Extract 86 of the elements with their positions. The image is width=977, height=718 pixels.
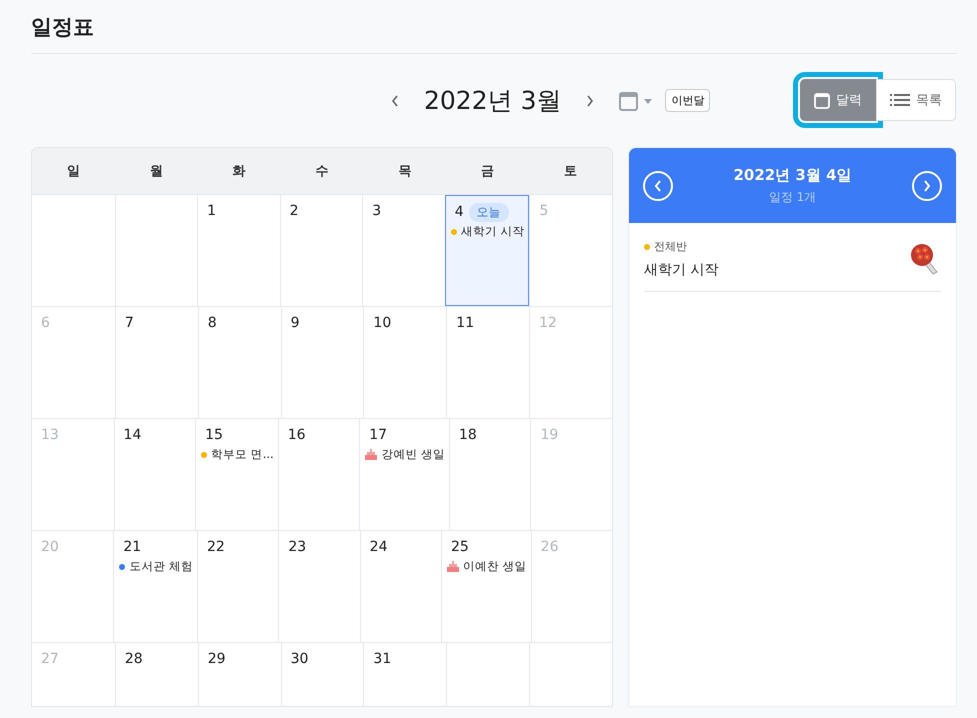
day-number: 10 <box>373 315 392 331</box>
event-label[interactable]: 도서관 체험 <box>129 559 193 574</box>
day-cell[interactable]: 1 <box>197 195 280 306</box>
event-label[interactable]: 이예찬 생일 <box>463 559 527 574</box>
day-cell[interactable]: 10 <box>363 307 446 418</box>
page-title: 일정표 <box>31 14 95 41</box>
cake-icon <box>447 561 459 572</box>
day-cell[interactable]: 23 <box>278 531 360 642</box>
chevron-left-icon <box>653 180 663 192</box>
event-label[interactable]: 강예빈 생일 <box>381 447 445 462</box>
weekday-header: 토 <box>563 163 578 180</box>
list-icon <box>890 93 910 107</box>
day-cell[interactable]: 15 학부모 면... <box>195 419 278 530</box>
day-number: 18 <box>458 427 477 443</box>
weekday-header: 화 <box>232 163 247 180</box>
day-cell[interactable]: 11 <box>446 307 530 418</box>
weekday-header: 금 <box>480 163 496 180</box>
day-number: 6 <box>41 315 50 331</box>
day-number: 24 <box>370 539 388 555</box>
day-number: 3 <box>372 203 382 219</box>
month-label: 2022년 3월 <box>424 85 562 117</box>
day-cell[interactable]: 7 <box>114 307 198 418</box>
day-number: 15 <box>205 427 223 443</box>
view-toggle-button[interactable]: 목록 <box>876 79 956 121</box>
day-number: 31 <box>373 651 392 667</box>
weekday-header: 월 <box>148 163 164 180</box>
day-number: 25 <box>451 539 469 555</box>
day-number: 11 <box>456 315 474 331</box>
chevron-right-icon <box>585 94 596 108</box>
event-list-item[interactable]: 전체반 새학기 시작 <box>644 223 941 292</box>
chevron-left-icon <box>390 94 400 108</box>
day-cell[interactable]: 9 <box>280 307 364 418</box>
day-number: 7 <box>124 315 134 331</box>
day-cell[interactable]: 8 <box>198 307 281 418</box>
today-cell[interactable]: 4 오늘 새학기 시작 <box>444 195 530 306</box>
day-cell[interactable]: 31 <box>363 643 446 706</box>
day-cell[interactable]: 18 <box>448 419 530 530</box>
event-count: 일정 1개 <box>768 188 818 206</box>
day-number: 8 <box>208 315 217 331</box>
weekday-header: 일 <box>66 163 81 180</box>
day-number: 13 <box>41 427 59 443</box>
weekday-header: 목 <box>397 163 412 180</box>
day-cell[interactable]: 17 강예빈 생일 <box>359 419 449 530</box>
day-number: 29 <box>208 651 226 667</box>
selected-date: 2022년 3월 4일 <box>733 166 852 184</box>
next-day-button[interactable] <box>912 170 942 200</box>
day-number: 22 <box>206 539 225 555</box>
day-number: 27 <box>41 651 59 667</box>
day-number: 5 <box>539 203 548 219</box>
day-cell[interactable]: 25 이예찬 생일 <box>441 531 531 642</box>
event-label[interactable]: 새학기 시작 <box>460 224 524 239</box>
day-cell[interactable]: 29 <box>198 643 281 706</box>
day-number: 19 <box>540 427 558 443</box>
date-picker-button[interactable] <box>619 90 654 110</box>
today-badge: 오늘 <box>468 202 509 222</box>
day-number: 30 <box>290 651 308 667</box>
day-number: 12 <box>539 315 557 331</box>
group-label: 전체반 <box>654 239 687 254</box>
day-number: 1 <box>207 203 216 219</box>
event-title: 새학기 시작 <box>644 261 718 279</box>
day-number: 4 <box>454 204 464 220</box>
cake-icon <box>365 449 378 460</box>
day-number: 28 <box>124 651 143 667</box>
day-cell[interactable]: 28 <box>114 643 198 706</box>
chevron-right-icon <box>922 180 932 192</box>
day-number: 21 <box>123 539 142 555</box>
day-number: 17 <box>369 427 388 443</box>
day-number: 20 <box>41 539 59 555</box>
day-number: 23 <box>288 539 306 555</box>
day-cell[interactable]: 21 도서관 체험 <box>113 531 197 642</box>
day-number: 2 <box>290 203 299 219</box>
day-number: 14 <box>124 427 142 443</box>
day-cell[interactable]: 16 <box>278 419 360 530</box>
day-cell[interactable]: 24 <box>360 531 441 642</box>
day-cell[interactable]: 2 <box>280 195 362 306</box>
day-number: 16 <box>288 427 306 443</box>
event-label[interactable]: 학부모 면... <box>211 447 274 462</box>
day-cell[interactable]: 14 <box>114 419 196 530</box>
day-number: 26 <box>540 539 558 555</box>
weekday-header: 수 <box>314 163 330 180</box>
calendar-icon <box>814 92 830 108</box>
this-month-button[interactable]: 이번달 <box>665 89 710 112</box>
day-number: 9 <box>290 315 300 331</box>
day-cell[interactable]: 30 <box>280 643 364 706</box>
previous-day-button[interactable] <box>643 170 673 200</box>
day-cell[interactable]: 22 <box>196 531 278 642</box>
